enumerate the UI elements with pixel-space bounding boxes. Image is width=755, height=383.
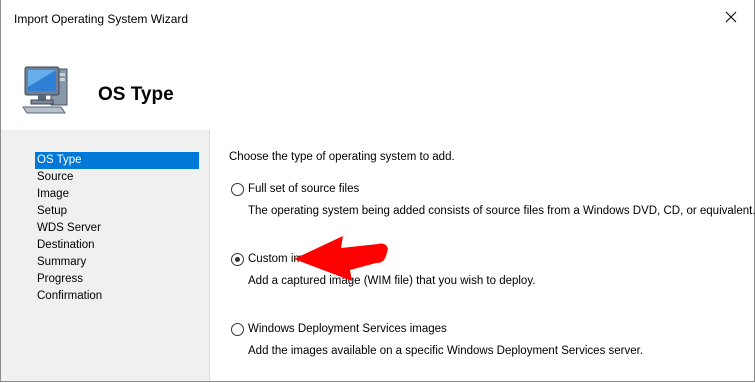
wizard-window: Import Operating System Wizard OS Type O… bbox=[0, 0, 755, 382]
page-title: OS Type bbox=[98, 84, 174, 105]
computer-icon bbox=[21, 63, 77, 115]
title-bar: Import Operating System Wizard bbox=[1, 0, 754, 37]
window-title: Import Operating System Wizard bbox=[14, 12, 189, 26]
wizard-body: OS Type Source Image Setup WDS Server De… bbox=[1, 130, 755, 381]
step-setup: Setup bbox=[37, 205, 68, 217]
radio-custom-image[interactable] bbox=[231, 253, 244, 266]
step-wds-server: WDS Server bbox=[37, 222, 101, 234]
step-destination: Destination bbox=[37, 239, 95, 251]
option-description: Add a captured image (WIM file) that you… bbox=[248, 275, 536, 287]
step-os-type: OS Type bbox=[35, 152, 199, 169]
step-source: Source bbox=[37, 171, 74, 183]
step-progress: Progress bbox=[37, 273, 84, 285]
close-button[interactable] bbox=[708, 0, 754, 37]
step-image: Image bbox=[37, 188, 69, 200]
step-confirmation: Confirmation bbox=[37, 290, 103, 302]
steps-sidebar: OS Type Source Image Setup WDS Server De… bbox=[1, 130, 210, 381]
close-icon bbox=[725, 11, 737, 26]
steps-list: OS Type Source Image Setup WDS Server De… bbox=[35, 152, 205, 305]
option-label[interactable]: Custom image file bbox=[248, 253, 340, 265]
option-description: Add the images available on a specific W… bbox=[248, 345, 644, 357]
option-label[interactable]: Windows Deployment Services images bbox=[248, 323, 447, 335]
radio-full-source[interactable] bbox=[231, 183, 244, 196]
radio-wds-images[interactable] bbox=[231, 323, 244, 336]
option-label[interactable]: Full set of source files bbox=[248, 183, 359, 195]
main-content: Choose the type of operating system to a… bbox=[210, 130, 755, 381]
step-summary: Summary bbox=[37, 256, 87, 268]
option-description: The operating system being added consist… bbox=[248, 205, 755, 217]
wizard-header: OS Type bbox=[1, 37, 754, 130]
intro-text: Choose the type of operating system to a… bbox=[229, 151, 455, 163]
